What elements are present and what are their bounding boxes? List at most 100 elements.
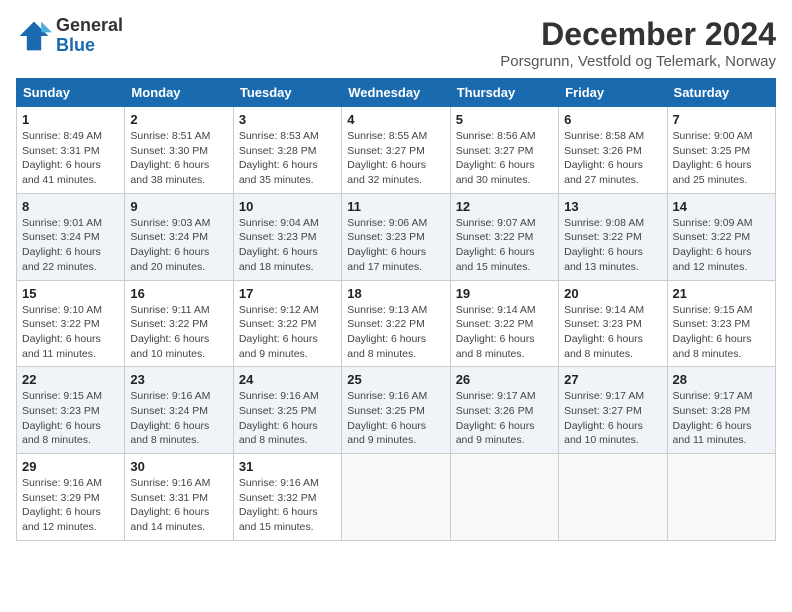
table-row: 1 Sunrise: 8:49 AM Sunset: 3:31 PM Daylig… [17, 107, 125, 194]
day-number: 4 [347, 112, 444, 127]
table-row: 18 Sunrise: 9:13 AM Sunset: 3:22 PM Dayli… [342, 280, 450, 367]
table-row: 3Sunrise: 8:53 AM Sunset: 3:28 PM Daylig… [233, 107, 341, 194]
day-info: Sunrise: 8:51 AM Sunset: 3:30 PM Dayligh… [130, 129, 227, 188]
day-number: 30 [130, 459, 227, 474]
day-info: Sunrise: 9:17 AM Sunset: 3:28 PM Dayligh… [673, 389, 770, 448]
day-number: 18 [347, 286, 444, 301]
day-info: Sunrise: 9:16 AM Sunset: 3:24 PM Dayligh… [130, 389, 227, 448]
day-number: 26 [456, 372, 553, 387]
day-info: Sunrise: 9:12 AM Sunset: 3:22 PM Dayligh… [239, 303, 336, 362]
day-number: 14 [673, 199, 770, 214]
day-info: Sunrise: 8:49 AM Sunset: 3:31 PM Dayligh… [22, 129, 119, 188]
day-number: 23 [130, 372, 227, 387]
table-row: 17 Sunrise: 9:12 AM Sunset: 3:22 PM Dayli… [233, 280, 341, 367]
calendar-header-row: SundayMondayTuesdayWednesdayThursdayFrid… [17, 79, 776, 107]
day-info: Sunrise: 9:16 AM Sunset: 3:29 PM Dayligh… [22, 476, 119, 535]
table-row: 24Sunrise: 9:16 AM Sunset: 3:25 PM Dayli… [233, 367, 341, 454]
table-row: 6 Sunrise: 8:58 AM Sunset: 3:26 PM Daylig… [559, 107, 667, 194]
table-row: 10 Sunrise: 9:04 AM Sunset: 3:23 PM Dayli… [233, 193, 341, 280]
table-row: 29 Sunrise: 9:16 AM Sunset: 3:29 PM Dayli… [17, 454, 125, 541]
table-row: 19 Sunrise: 9:14 AM Sunset: 3:22 PM Dayli… [450, 280, 558, 367]
table-row [559, 454, 667, 541]
calendar-table: SundayMondayTuesdayWednesdayThursdayFrid… [16, 78, 776, 541]
day-info: Sunrise: 9:01 AM Sunset: 3:24 PM Dayligh… [22, 216, 119, 275]
day-number: 3 [239, 112, 336, 127]
table-row: 30 Sunrise: 9:16 AM Sunset: 3:31 PM Dayli… [125, 454, 233, 541]
day-info: Sunrise: 9:15 AM Sunset: 3:23 PM Dayligh… [22, 389, 119, 448]
logo-line2: Blue [56, 36, 123, 56]
table-row [450, 454, 558, 541]
day-number: 17 [239, 286, 336, 301]
day-number: 29 [22, 459, 119, 474]
day-number: 19 [456, 286, 553, 301]
day-info: Sunrise: 9:11 AM Sunset: 3:22 PM Dayligh… [130, 303, 227, 362]
day-info: Sunrise: 9:16 AM Sunset: 3:32 PM Dayligh… [239, 476, 336, 535]
header-sunday: Sunday [17, 79, 125, 107]
day-number: 16 [130, 286, 227, 301]
table-row: 11 Sunrise: 9:06 AM Sunset: 3:23 PM Dayli… [342, 193, 450, 280]
day-number: 21 [673, 286, 770, 301]
calendar-week-3: 15 Sunrise: 9:10 AM Sunset: 3:22 PM Dayli… [17, 280, 776, 367]
logo-line1: General [56, 16, 123, 36]
calendar-week-4: 22 Sunrise: 9:15 AM Sunset: 3:23 PM Dayli… [17, 367, 776, 454]
day-info: Sunrise: 9:10 AM Sunset: 3:22 PM Dayligh… [22, 303, 119, 362]
header-friday: Friday [559, 79, 667, 107]
day-info: Sunrise: 9:06 AM Sunset: 3:23 PM Dayligh… [347, 216, 444, 275]
day-info: Sunrise: 9:14 AM Sunset: 3:22 PM Dayligh… [456, 303, 553, 362]
day-number: 6 [564, 112, 661, 127]
day-number: 22 [22, 372, 119, 387]
table-row: 5Sunrise: 8:56 AM Sunset: 3:27 PM Daylig… [450, 107, 558, 194]
month-title: December 2024 [500, 16, 776, 53]
table-row [667, 454, 775, 541]
header-tuesday: Tuesday [233, 79, 341, 107]
day-number: 13 [564, 199, 661, 214]
day-info: Sunrise: 9:09 AM Sunset: 3:22 PM Dayligh… [673, 216, 770, 275]
table-row: 28Sunrise: 9:17 AM Sunset: 3:28 PM Dayli… [667, 367, 775, 454]
calendar-week-1: 1 Sunrise: 8:49 AM Sunset: 3:31 PM Daylig… [17, 107, 776, 194]
day-info: Sunrise: 9:04 AM Sunset: 3:23 PM Dayligh… [239, 216, 336, 275]
table-row: 15 Sunrise: 9:10 AM Sunset: 3:22 PM Dayli… [17, 280, 125, 367]
day-number: 15 [22, 286, 119, 301]
table-row: 12 Sunrise: 9:07 AM Sunset: 3:22 PM Dayli… [450, 193, 558, 280]
table-row: 27Sunrise: 9:17 AM Sunset: 3:27 PM Dayli… [559, 367, 667, 454]
day-info: Sunrise: 9:03 AM Sunset: 3:24 PM Dayligh… [130, 216, 227, 275]
day-number: 20 [564, 286, 661, 301]
day-number: 12 [456, 199, 553, 214]
day-info: Sunrise: 9:07 AM Sunset: 3:22 PM Dayligh… [456, 216, 553, 275]
table-row: 25 Sunrise: 9:16 AM Sunset: 3:25 PM Dayli… [342, 367, 450, 454]
header-thursday: Thursday [450, 79, 558, 107]
table-row: 14 Sunrise: 9:09 AM Sunset: 3:22 PM Dayli… [667, 193, 775, 280]
day-info: Sunrise: 9:16 AM Sunset: 3:25 PM Dayligh… [347, 389, 444, 448]
table-row: 22 Sunrise: 9:15 AM Sunset: 3:23 PM Dayli… [17, 367, 125, 454]
table-row: 16 Sunrise: 9:11 AM Sunset: 3:22 PM Dayli… [125, 280, 233, 367]
day-number: 10 [239, 199, 336, 214]
table-row: 26 Sunrise: 9:17 AM Sunset: 3:26 PM Dayli… [450, 367, 558, 454]
day-info: Sunrise: 9:16 AM Sunset: 3:31 PM Dayligh… [130, 476, 227, 535]
header-wednesday: Wednesday [342, 79, 450, 107]
table-row: 23 Sunrise: 9:16 AM Sunset: 3:24 PM Dayli… [125, 367, 233, 454]
title-block: December 2024 Porsgrunn, Vestfold og Tel… [500, 16, 776, 70]
day-number: 2 [130, 112, 227, 127]
table-row: 31 Sunrise: 9:16 AM Sunset: 3:32 PM Dayli… [233, 454, 341, 541]
day-number: 11 [347, 199, 444, 214]
logo-icon [16, 18, 52, 54]
day-number: 1 [22, 112, 119, 127]
table-row: 21 Sunrise: 9:15 AM Sunset: 3:23 PM Dayli… [667, 280, 775, 367]
day-info: Sunrise: 9:15 AM Sunset: 3:23 PM Dayligh… [673, 303, 770, 362]
table-row: 4Sunrise: 8:55 AM Sunset: 3:27 PM Daylig… [342, 107, 450, 194]
day-number: 5 [456, 112, 553, 127]
logo: General Blue [16, 16, 123, 56]
day-info: Sunrise: 8:58 AM Sunset: 3:26 PM Dayligh… [564, 129, 661, 188]
day-number: 25 [347, 372, 444, 387]
table-row: 7Sunrise: 9:00 AM Sunset: 3:25 PM Daylig… [667, 107, 775, 194]
table-row: 8 Sunrise: 9:01 AM Sunset: 3:24 PM Daylig… [17, 193, 125, 280]
day-number: 31 [239, 459, 336, 474]
calendar-body: 1 Sunrise: 8:49 AM Sunset: 3:31 PM Daylig… [17, 107, 776, 541]
day-number: 8 [22, 199, 119, 214]
day-number: 27 [564, 372, 661, 387]
day-info: Sunrise: 9:17 AM Sunset: 3:26 PM Dayligh… [456, 389, 553, 448]
table-row: 13 Sunrise: 9:08 AM Sunset: 3:22 PM Dayli… [559, 193, 667, 280]
day-info: Sunrise: 9:13 AM Sunset: 3:22 PM Dayligh… [347, 303, 444, 362]
page-header: General Blue December 2024 Porsgrunn, Ve… [16, 16, 776, 70]
day-info: Sunrise: 9:08 AM Sunset: 3:22 PM Dayligh… [564, 216, 661, 275]
